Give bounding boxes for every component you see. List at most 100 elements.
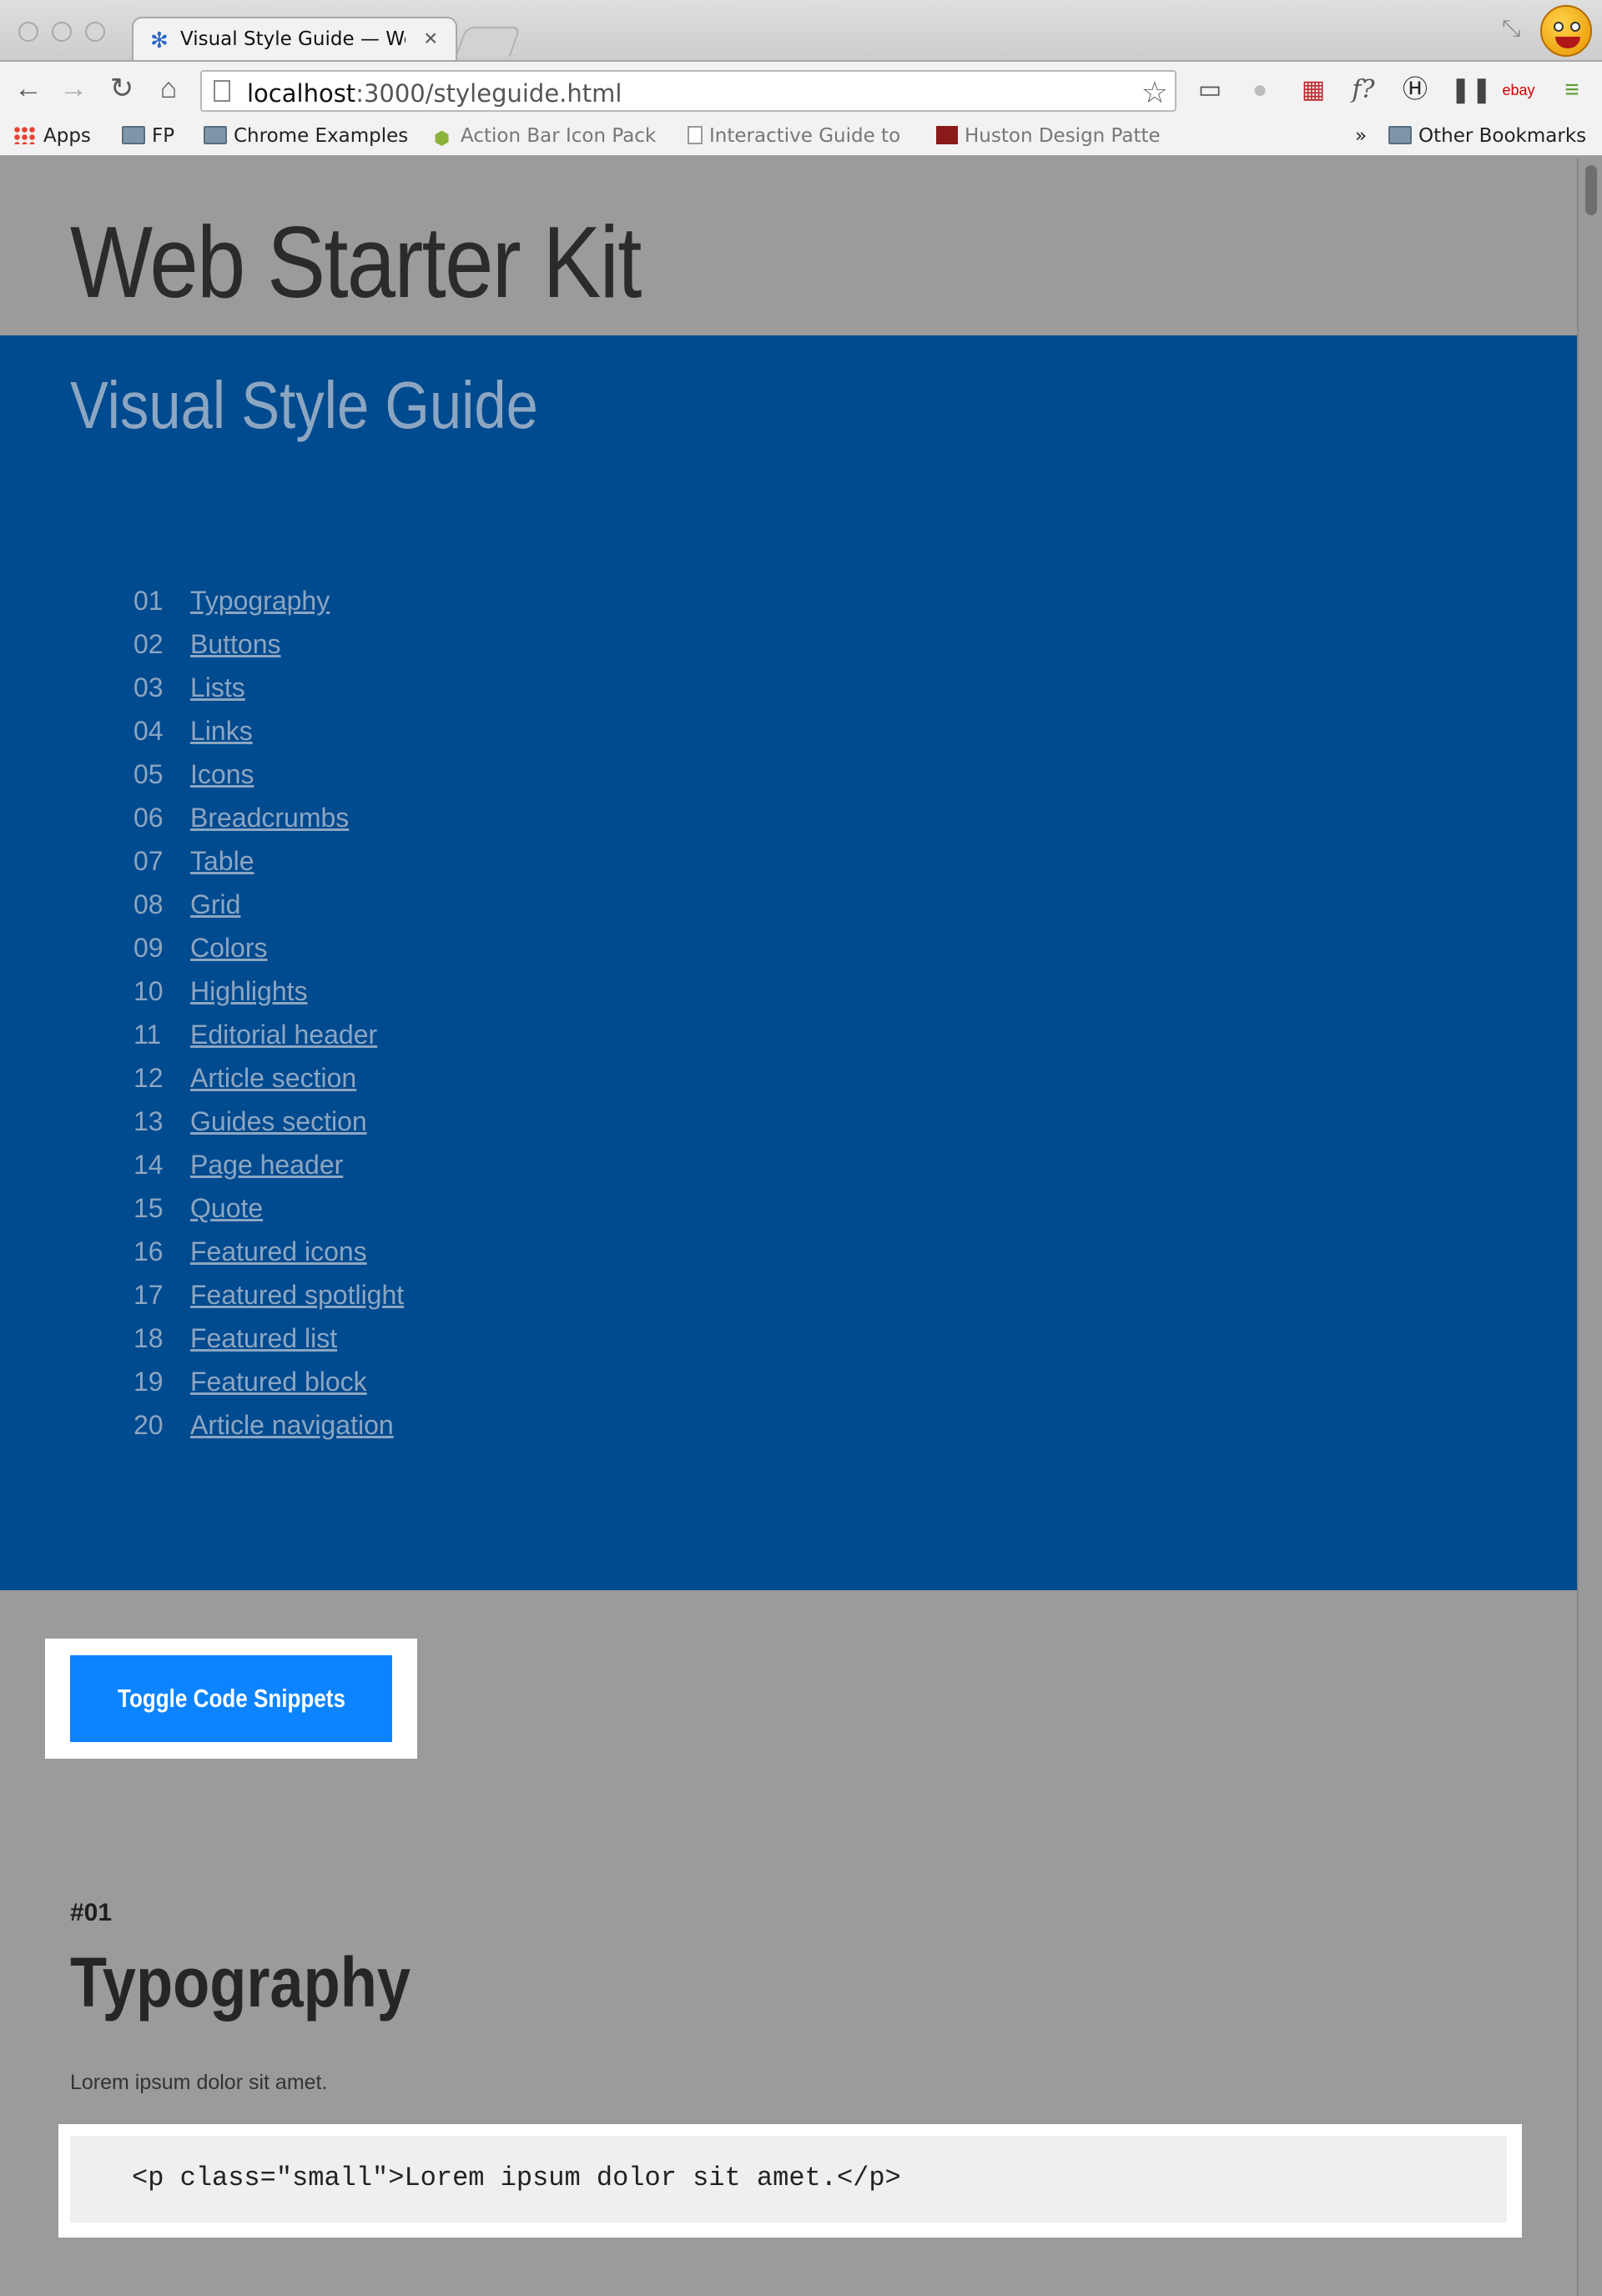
close-window-button[interactable]	[18, 22, 38, 42]
toc-link[interactable]: Typography	[190, 586, 330, 616]
tab-close-icon[interactable]: ×	[424, 25, 437, 52]
toc-item: 14 Page header	[134, 1150, 404, 1193]
toc-item: 09 Colors	[134, 933, 404, 976]
section-title: Typography	[70, 1943, 411, 2022]
toc-item-number: 06	[134, 803, 164, 833]
toc-item: 16 Featured icons	[134, 1236, 404, 1280]
toc-item-number: 14	[134, 1150, 164, 1180]
toc-link[interactable]: Editorial header	[190, 1020, 377, 1050]
toc-item-number: 04	[134, 716, 164, 746]
bookmark-apps[interactable]: Apps	[13, 125, 91, 150]
folder-icon	[1388, 126, 1412, 144]
zoom-window-button[interactable]	[85, 22, 105, 42]
fullscreen-icon[interactable]: ⤡	[1502, 15, 1520, 43]
toc-item: 02 Buttons	[134, 629, 404, 672]
bookmark-fp[interactable]: FP	[122, 125, 174, 150]
sample-small-text: Lorem ipsum dolor sit amet.	[70, 2071, 328, 2094]
toc-link[interactable]: Highlights	[190, 976, 308, 1006]
toc-link[interactable]: Icons	[190, 759, 254, 789]
bookmark-star-icon[interactable]: ☆	[1141, 75, 1168, 110]
toc-item: 06 Breadcrumbs	[134, 803, 404, 846]
toc-link[interactable]: Table	[190, 846, 254, 876]
toc-item: 17 Featured spotlight	[134, 1280, 404, 1323]
folder-icon	[122, 126, 145, 144]
toc-link[interactable]: Grid	[190, 889, 240, 919]
address-bar[interactable]: localhost:3000/styleguide.html ☆	[200, 70, 1176, 112]
toc-link[interactable]: Featured spotlight	[190, 1280, 404, 1310]
home-icon[interactable]: ⌂	[152, 72, 185, 105]
toc-link[interactable]: Page header	[190, 1150, 343, 1180]
vertical-scrollbar[interactable]	[1577, 159, 1602, 2296]
toc-item: 10 Highlights	[134, 976, 404, 1020]
toc-item: 19 Featured block	[134, 1367, 404, 1410]
browser-titlebar: ✻ Visual Style Guide — Web S × ⤡	[0, 0, 1602, 62]
hero-section: Visual Style Guide 01 Typography 02 Buttons…	[0, 335, 1577, 1590]
toc-item-number: 01	[134, 586, 164, 616]
site-title: Web Starter Kit	[70, 205, 642, 319]
headphones-icon[interactable]: ●	[1243, 73, 1277, 107]
minimize-window-button[interactable]	[52, 22, 72, 42]
bookmark-chrome-examples[interactable]: Chrome Examples	[204, 125, 408, 150]
toc-item-number: 12	[134, 1063, 164, 1093]
folder-icon	[204, 126, 227, 144]
toc-link[interactable]: Breadcrumbs	[190, 803, 349, 833]
browser-toolbar: ← → ↻ ⌂ localhost:3000/styleguide.html ☆…	[0, 60, 1602, 118]
bookmarks-overflow-chevron[interactable]: »	[1355, 125, 1367, 150]
toc-item-number: 09	[134, 933, 164, 963]
toc-item-number: 13	[134, 1106, 164, 1136]
toc-item: 07 Table	[134, 846, 404, 889]
browser-tab[interactable]: ✻ Visual Style Guide — Web S ×	[132, 17, 457, 62]
android-icon: ⬢	[434, 128, 451, 149]
page-icon	[688, 126, 703, 144]
toggle-code-snippets-button[interactable]: Toggle Code Snippets	[70, 1655, 392, 1742]
toc-link[interactable]: Article navigation	[190, 1410, 394, 1440]
toc-link[interactable]: Featured icons	[190, 1236, 367, 1266]
h-extension-icon[interactable]: Ⓗ	[1398, 73, 1432, 107]
apps-icon	[13, 126, 37, 144]
menu-icon[interactable]: ≡	[1555, 73, 1589, 107]
toc-item-number: 20	[134, 1410, 164, 1440]
page-viewport: Web Starter Kit Visual Style Guide 01 Typ…	[0, 159, 1577, 2296]
toc-link[interactable]: Featured block	[190, 1367, 367, 1397]
back-arrow-icon[interactable]: ←	[12, 72, 45, 105]
profile-avatar[interactable]	[1540, 5, 1592, 57]
toc-item-number: 07	[134, 846, 164, 876]
toc-item: 15 Quote	[134, 1193, 404, 1236]
forward-arrow-icon[interactable]: →	[57, 72, 90, 105]
toc-link[interactable]: Featured list	[190, 1323, 337, 1353]
code-text: <p class="small">Lorem ipsum dolor sit a…	[132, 2163, 901, 2193]
new-tab-button[interactable]	[455, 27, 521, 57]
toc-item-number: 11	[134, 1020, 162, 1050]
font-question-icon[interactable]: f?	[1347, 73, 1380, 107]
reload-icon[interactable]: ↻	[105, 72, 139, 105]
toc-item-number: 05	[134, 759, 164, 789]
url-text[interactable]: localhost:3000/styleguide.html	[247, 79, 622, 108]
code-snippet-highlight: <p class="small">Lorem ipsum dolor sit a…	[58, 2124, 1522, 2238]
cast-icon[interactable]: ▭	[1193, 73, 1227, 107]
toc-item: 18 Featured list	[134, 1323, 404, 1367]
toc-link[interactable]: Guides section	[190, 1106, 367, 1136]
toc-link[interactable]: Links	[190, 716, 253, 746]
toc-item-number: 08	[134, 889, 164, 919]
page-icon	[214, 80, 230, 102]
bookmark-huston-design[interactable]: Huston Design Patte	[936, 125, 1161, 150]
toc-link[interactable]: Buttons	[190, 629, 281, 659]
pause-icon[interactable]: ❚❚	[1450, 73, 1492, 107]
ebay-icon[interactable]: ebay	[1502, 73, 1535, 107]
extension-red-icon[interactable]: ▦	[1297, 73, 1330, 107]
toc-item-number: 17	[134, 1280, 164, 1310]
site-icon	[936, 126, 958, 144]
toc-link[interactable]: Lists	[190, 672, 245, 702]
toc-item: 03 Lists	[134, 672, 404, 716]
bookmark-other-bookmarks[interactable]: Other Bookmarks	[1388, 125, 1586, 150]
toc-item-number: 15	[134, 1193, 164, 1223]
bookmark-action-bar-icon-pack[interactable]: ⬢ Action Bar Icon Pack	[434, 125, 656, 150]
toc-link[interactable]: Colors	[190, 933, 267, 963]
hero-title: Visual Style Guide	[70, 368, 538, 442]
toc-link[interactable]: Quote	[190, 1193, 263, 1223]
scrollbar-thumb[interactable]	[1585, 165, 1597, 215]
toc-item: 20 Article navigation	[134, 1410, 404, 1453]
bookmark-interactive-guide[interactable]: Interactive Guide to	[688, 125, 900, 150]
toc-link[interactable]: Article section	[190, 1063, 356, 1093]
toc-item: 05 Icons	[134, 759, 404, 803]
